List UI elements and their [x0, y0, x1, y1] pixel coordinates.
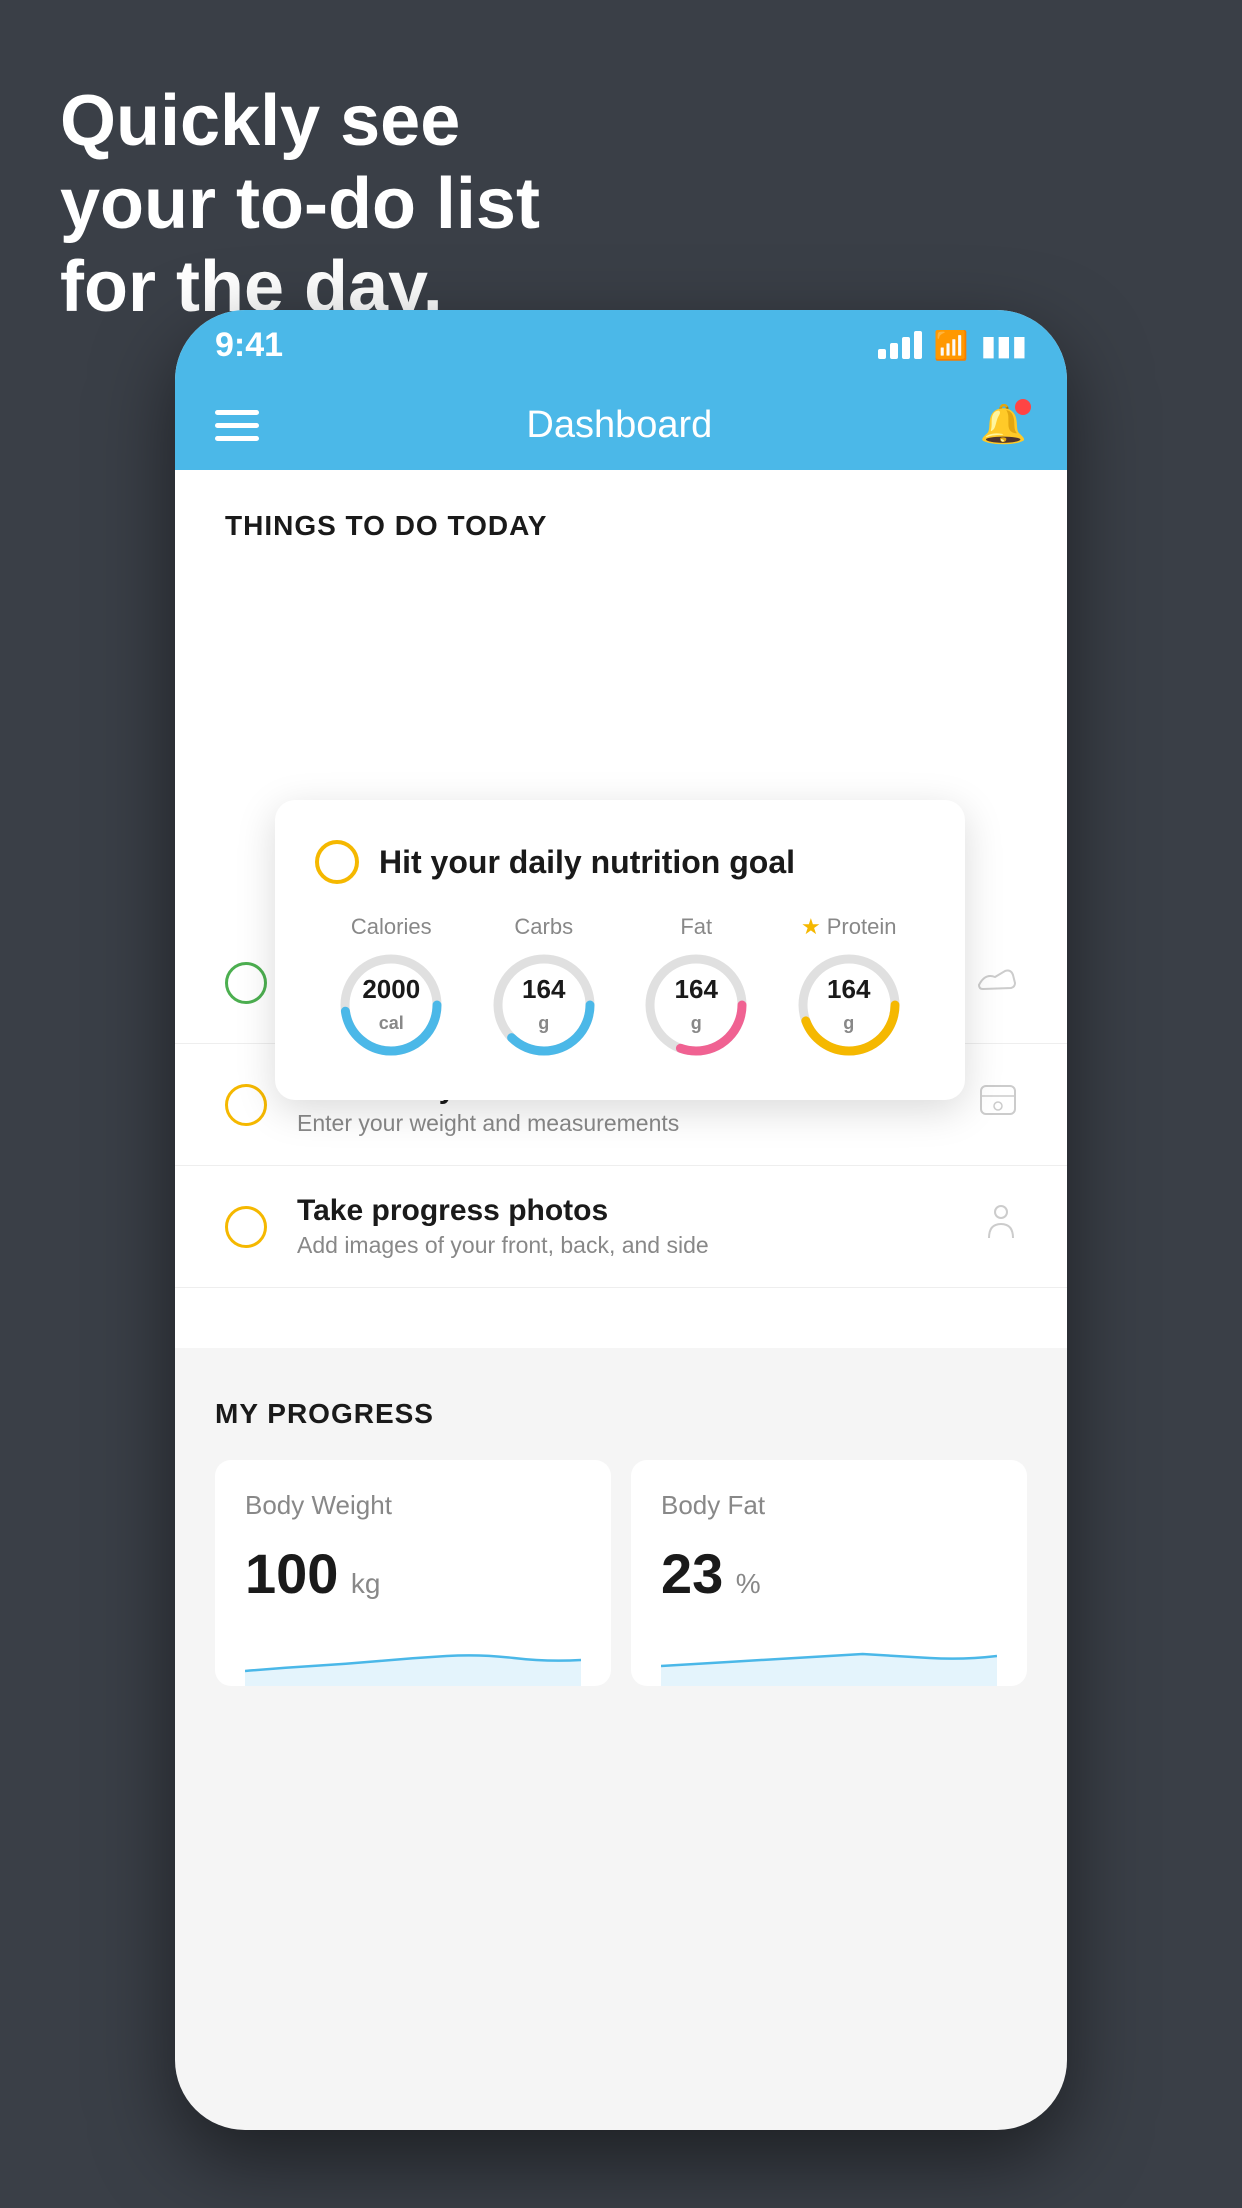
- progress-section: MY PROGRESS Body Weight 100 kg: [175, 1348, 1067, 1726]
- macro-carbs: Carbs 164g: [489, 914, 599, 1060]
- shoe-icon: [977, 963, 1017, 1002]
- person-icon: [985, 1204, 1017, 1249]
- calories-circle: 2000cal: [336, 950, 446, 1060]
- headline: Quickly see your to-do list for the day.: [60, 80, 540, 328]
- progress-cards: Body Weight 100 kg Body Fat: [215, 1460, 1027, 1686]
- body-fat-card[interactable]: Body Fat 23 %: [631, 1460, 1027, 1686]
- macro-fat: Fat 164g: [641, 914, 751, 1060]
- calories-value: 2000cal: [362, 974, 420, 1036]
- fat-circle: 164g: [641, 950, 751, 1060]
- spacer: [175, 1288, 1067, 1348]
- body-weight-card[interactable]: Body Weight 100 kg: [215, 1460, 611, 1686]
- content-area: THINGS TO DO TODAY Hit your daily nutrit…: [175, 470, 1067, 1726]
- body-stats-checkbox[interactable]: [225, 1084, 267, 1126]
- wifi-icon: 📶: [934, 329, 969, 362]
- notification-dot: [1015, 399, 1031, 415]
- status-bar: 9:41 📶 ▮▮▮: [175, 310, 1067, 380]
- hamburger-menu[interactable]: [215, 410, 259, 441]
- body-fat-unit: %: [736, 1568, 761, 1599]
- photos-title: Take progress photos: [297, 1194, 955, 1228]
- protein-circle: 164g: [794, 950, 904, 1060]
- body-fat-value-row: 23 %: [661, 1541, 997, 1606]
- nutrition-card-title: Hit your daily nutrition goal: [379, 844, 795, 881]
- macro-protein: ★ Protein 164g: [794, 914, 904, 1060]
- body-weight-value-row: 100 kg: [245, 1541, 581, 1606]
- protein-label-row: ★ Protein: [801, 914, 896, 940]
- protein-value: 164g: [827, 974, 870, 1036]
- scale-icon: [979, 1084, 1017, 1125]
- body-fat-label: Body Fat: [661, 1490, 997, 1521]
- body-weight-chart: [245, 1626, 581, 1686]
- photos-checkbox[interactable]: [225, 1206, 267, 1248]
- photos-text: Take progress photos Add images of your …: [297, 1194, 955, 1259]
- todo-item-photos[interactable]: Take progress photos Add images of your …: [175, 1166, 1067, 1288]
- photos-subtitle: Add images of your front, back, and side: [297, 1232, 955, 1259]
- nav-title: Dashboard: [526, 404, 712, 447]
- carbs-circle: 164g: [489, 950, 599, 1060]
- star-icon: ★: [801, 914, 821, 940]
- nutrition-card: Hit your daily nutrition goal Calories 2…: [275, 800, 965, 1100]
- nutrition-checkbox[interactable]: [315, 840, 359, 884]
- body-fat-chart: [661, 1626, 997, 1686]
- phone-frame: 9:41 📶 ▮▮▮ Dashboard 🔔 THINGS TO DO TODA…: [175, 310, 1067, 2130]
- carbs-label: Carbs: [514, 914, 573, 940]
- macro-calories: Calories 2000cal: [336, 914, 446, 1060]
- body-weight-unit: kg: [351, 1568, 381, 1599]
- status-time: 9:41: [215, 326, 283, 365]
- fat-value: 164g: [675, 974, 718, 1036]
- carbs-value: 164g: [522, 974, 565, 1036]
- protein-label: Protein: [827, 914, 897, 940]
- body-fat-value: 23: [661, 1542, 723, 1605]
- nav-bar: Dashboard 🔔: [175, 380, 1067, 470]
- body-weight-value: 100: [245, 1542, 338, 1605]
- calories-label: Calories: [351, 914, 432, 940]
- battery-icon: ▮▮▮: [981, 329, 1027, 362]
- nutrition-macros: Calories 2000cal Carbs: [315, 914, 925, 1060]
- things-section-header: THINGS TO DO TODAY: [175, 470, 1067, 562]
- notifications-button[interactable]: 🔔: [980, 403, 1027, 447]
- body-stats-subtitle: Enter your weight and measurements: [297, 1110, 949, 1137]
- status-icons: 📶 ▮▮▮: [878, 329, 1027, 362]
- signal-icon: [878, 331, 922, 359]
- fat-label: Fat: [680, 914, 712, 940]
- running-checkbox[interactable]: [225, 962, 267, 1004]
- body-weight-label: Body Weight: [245, 1490, 581, 1521]
- progress-header: MY PROGRESS: [215, 1398, 1027, 1430]
